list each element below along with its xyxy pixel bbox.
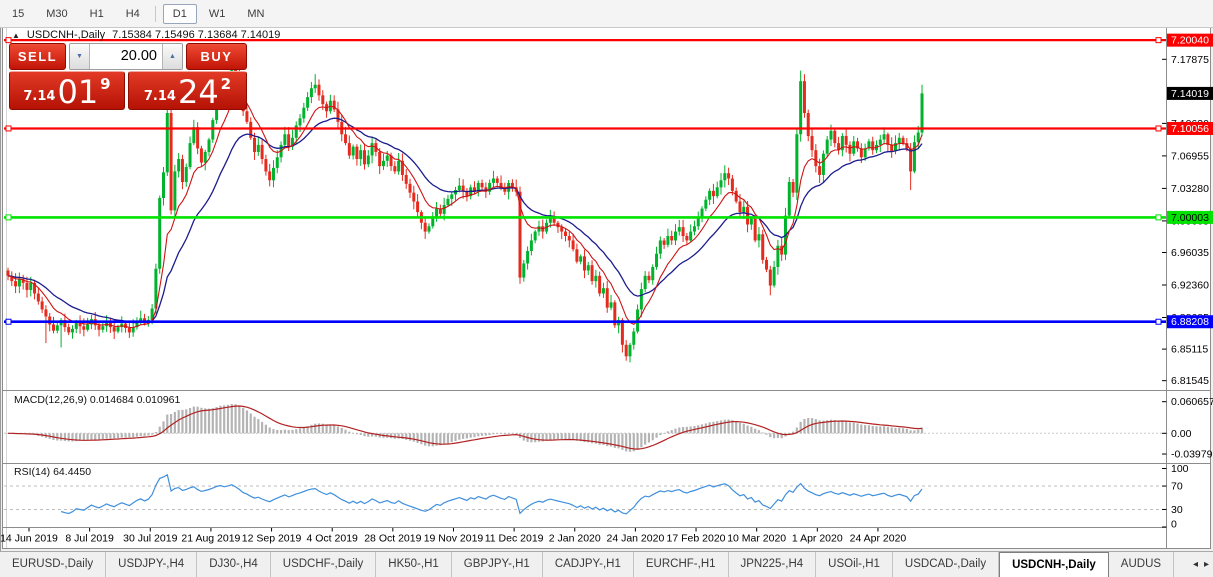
volume-stepper: ▼ 20.00 ▲: [69, 43, 183, 70]
sell-price-pip: 9: [100, 75, 110, 93]
svg-text:6.96035: 6.96035: [1171, 247, 1209, 259]
tab-usdcnh-daily[interactable]: USDCNH-,Daily: [999, 552, 1109, 577]
tab-gbpjpy-h1[interactable]: GBPJPY-,H1: [452, 552, 543, 577]
svg-text:30: 30: [1171, 504, 1183, 516]
svg-text:11 Dec 2019: 11 Dec 2019: [485, 533, 544, 545]
timeframe-toolbar: 15M30H1H4 D1W1MN: [0, 0, 1213, 28]
svg-text:0: 0: [1171, 519, 1177, 531]
chart-ohlc-values: 7.15384 7.15496 7.13684 7.14019: [112, 29, 280, 41]
price-marker-6.88208: 6.88208: [1167, 315, 1213, 328]
timeframe-button-w1[interactable]: W1: [199, 4, 236, 24]
chart-tabs: EURUSD-,DailyUSDJPY-,H4DJ30-,H4USDCHF-,D…: [0, 552, 1189, 577]
svg-text:24 Apr 2020: 24 Apr 2020: [850, 533, 907, 545]
tab-usdjpy-h4[interactable]: USDJPY-,H4: [106, 552, 197, 577]
svg-text:24 Jan 2020: 24 Jan 2020: [606, 533, 664, 545]
price-marker-7.00003: 7.00003: [1167, 211, 1213, 224]
timeframe-button-m30[interactable]: M30: [36, 4, 77, 24]
tab-usoil-h1[interactable]: USOil-,H1: [816, 552, 893, 577]
timeframe-button-d1[interactable]: D1: [163, 4, 197, 24]
timeframe-button-h4[interactable]: H4: [116, 4, 150, 24]
svg-text:70: 70: [1171, 481, 1183, 493]
volume-decrease-button[interactable]: ▼: [70, 44, 90, 69]
buy-price-main: 24: [178, 77, 219, 107]
svg-text:7.10056: 7.10056: [1171, 123, 1209, 135]
toolbar-separator: [155, 6, 156, 22]
svg-text:-0.039792: -0.039792: [1171, 449, 1213, 461]
svg-text:0.060657: 0.060657: [1171, 396, 1213, 408]
svg-text:6.81545: 6.81545: [1171, 375, 1209, 387]
volume-input[interactable]: 20.00: [90, 44, 162, 69]
timeframe-button-15[interactable]: 15: [2, 4, 34, 24]
svg-text:7.20040: 7.20040: [1171, 35, 1209, 47]
chart-tab-bar: EURUSD-,DailyUSDJPY-,H4DJ30-,H4USDCHF-,D…: [0, 551, 1213, 577]
tab-overflow[interactable]: AUDUS: [1109, 552, 1174, 577]
price-marker-7.20040: 7.20040: [1167, 34, 1213, 47]
svg-text:6.88208: 6.88208: [1171, 316, 1209, 328]
macd-indicator-label: MACD(12,26,9) 0.014684 0.010961: [14, 394, 180, 406]
svg-text:1 Apr 2020: 1 Apr 2020: [792, 533, 843, 545]
tab-eurchf-h1[interactable]: EURCHF-,H1: [634, 552, 729, 577]
buy-button[interactable]: BUY: [186, 43, 247, 70]
sell-price-prefix: 7.14: [23, 87, 55, 107]
svg-text:7.17875: 7.17875: [1171, 54, 1209, 66]
tab-hk50-h1[interactable]: HK50-,H1: [376, 552, 452, 577]
timeframe-button-h1[interactable]: H1: [80, 4, 114, 24]
price-marker-7.14019: 7.14019: [1167, 87, 1213, 100]
buy-price-prefix: 7.14: [144, 87, 176, 107]
svg-text:21 Aug 2019: 21 Aug 2019: [181, 533, 240, 545]
tab-usdchf-daily[interactable]: USDCHF-,Daily: [271, 552, 377, 577]
svg-text:17 Feb 2020: 17 Feb 2020: [667, 533, 726, 545]
svg-text:14 Jun 2019: 14 Jun 2019: [0, 533, 58, 545]
timeframe-button-mn[interactable]: MN: [237, 4, 274, 24]
svg-text:2 Jan 2020: 2 Jan 2020: [549, 533, 601, 545]
svg-text:10 Mar 2020: 10 Mar 2020: [727, 533, 786, 545]
one-click-trading-panel: SELL ▼ 20.00 ▲ BUY 7.14 01 9 7.14 24 2: [9, 43, 247, 110]
sell-button[interactable]: SELL: [9, 43, 66, 70]
sell-price-main: 01: [57, 77, 98, 107]
chart-symbol-period: USDCNH-,Daily: [27, 29, 105, 41]
svg-text:19 Nov 2019: 19 Nov 2019: [424, 533, 484, 545]
svg-text:100: 100: [1171, 463, 1189, 475]
svg-text:7.06955: 7.06955: [1171, 150, 1209, 162]
tab-usdcad-daily[interactable]: USDCAD-,Daily: [893, 552, 999, 577]
collapse-triangle-icon[interactable]: ▲: [12, 31, 20, 40]
svg-text:8 Jul 2019: 8 Jul 2019: [65, 533, 114, 545]
volume-increase-button[interactable]: ▲: [162, 44, 182, 69]
svg-text:6.85115: 6.85115: [1171, 344, 1208, 356]
svg-text:7.00003: 7.00003: [1171, 212, 1209, 224]
chart-title: ▲ USDCNH-,Daily 7.15384 7.15496 7.13684 …: [12, 29, 280, 41]
price-marker-7.10056: 7.10056: [1167, 122, 1213, 135]
tab-scroll-controls: ◂ ▸: [1189, 552, 1213, 577]
buy-price-pip: 2: [221, 75, 231, 93]
svg-text:7.03280: 7.03280: [1171, 183, 1209, 195]
tab-eurusd-daily[interactable]: EURUSD-,Daily: [0, 552, 106, 577]
svg-text:0.00: 0.00: [1171, 428, 1192, 440]
svg-text:6.92360: 6.92360: [1171, 280, 1209, 292]
tab-dj30-h4[interactable]: DJ30-,H4: [197, 552, 271, 577]
tab-jpn225-h4[interactable]: JPN225-,H4: [729, 552, 817, 577]
svg-text:30 Jul 2019: 30 Jul 2019: [123, 533, 177, 545]
tab-scroll-right-button[interactable]: ▸: [1204, 556, 1209, 574]
mt4-terminal-window: 7.178757.106307.069557.032806.996056.960…: [0, 0, 1213, 577]
buy-price-display[interactable]: 7.14 24 2: [128, 71, 247, 110]
svg-text:7.14019: 7.14019: [1171, 88, 1209, 100]
svg-text:4 Oct 2019: 4 Oct 2019: [307, 533, 359, 545]
sell-price-display[interactable]: 7.14 01 9: [9, 71, 125, 110]
rsi-indicator-label: RSI(14) 64.4450: [14, 466, 91, 478]
svg-text:28 Oct 2019: 28 Oct 2019: [364, 533, 421, 545]
svg-text:12 Sep 2019: 12 Sep 2019: [242, 533, 302, 545]
tab-cadjpy-h1[interactable]: CADJPY-,H1: [543, 552, 634, 577]
tab-scroll-left-button[interactable]: ◂: [1193, 556, 1198, 574]
